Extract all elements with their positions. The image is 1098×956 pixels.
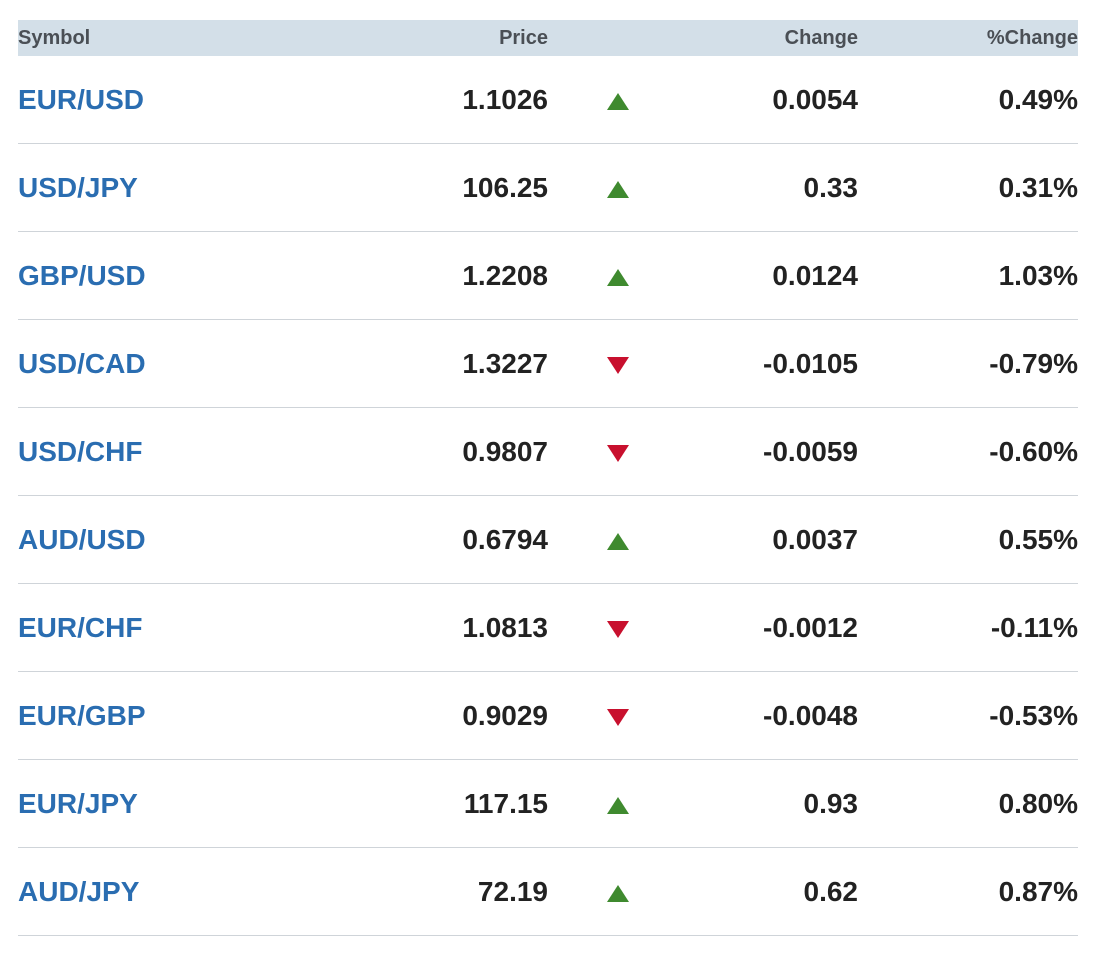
pct-change-cell: 0.80% [858,759,1078,848]
symbol-link[interactable]: AUD/JPY [18,876,139,907]
price-cell: 106.25 [268,143,548,232]
change-cell: -0.0059 [688,407,858,496]
table-row: EUR/GBP 0.9029 -0.0048 -0.53% [18,671,1078,760]
down-arrow-icon [607,356,629,374]
header-direction [548,20,688,56]
price-cell: 1.0813 [268,583,548,672]
direction-cell [548,495,688,584]
pct-change-cell: 0.31% [858,143,1078,232]
down-arrow-icon [607,620,629,638]
symbol-cell: USD/CAD [18,319,268,408]
up-arrow-icon [607,92,629,110]
symbol-cell: AUD/JPY [18,847,268,936]
symbol-link[interactable]: EUR/GBP [18,700,146,731]
pct-change-cell: -0.11% [858,583,1078,672]
symbol-cell: USD/CHF [18,407,268,496]
up-arrow-icon [607,268,629,286]
up-arrow-icon [607,884,629,902]
price-cell: 0.9029 [268,671,548,760]
direction-cell [548,319,688,408]
pct-change-cell: 0.55% [858,495,1078,584]
table-row: GBP/USD 1.2208 0.0124 1.03% [18,231,1078,320]
change-cell: 0.0037 [688,495,858,584]
pct-change-cell: -0.60% [858,407,1078,496]
price-cell: 72.19 [268,847,548,936]
pct-change-cell: 0.87% [858,847,1078,936]
header-change[interactable]: Change [688,20,858,56]
symbol-cell: EUR/CHF [18,583,268,672]
change-cell: 0.93 [688,759,858,848]
table-row: AUD/JPY 72.19 0.62 0.87% [18,847,1078,936]
table-header: Symbol Price Change %Change [18,20,1078,56]
direction-cell [548,407,688,496]
direction-cell [548,671,688,760]
direction-cell [548,759,688,848]
table-row: EUR/USD 1.1026 0.0054 0.49% [18,56,1078,144]
price-cell: 1.2208 [268,231,548,320]
change-cell: 0.62 [688,847,858,936]
up-arrow-icon [607,180,629,198]
direction-cell [548,56,688,144]
header-row: Symbol Price Change %Change [18,20,1078,56]
direction-cell [548,583,688,672]
change-cell: 0.0124 [688,231,858,320]
price-cell: 1.3227 [268,319,548,408]
price-cell: 1.1026 [268,56,548,144]
direction-cell [548,847,688,936]
table-row: USD/CAD 1.3227 -0.0105 -0.79% [18,319,1078,408]
change-cell: -0.0012 [688,583,858,672]
symbol-cell: USD/JPY [18,143,268,232]
up-arrow-icon [607,796,629,814]
change-cell: -0.0105 [688,319,858,408]
symbol-cell: EUR/GBP [18,671,268,760]
symbol-cell: AUD/USD [18,495,268,584]
price-cell: 0.9807 [268,407,548,496]
pct-change-cell: -0.53% [858,671,1078,760]
symbol-link[interactable]: GBP/USD [18,260,146,291]
symbol-link[interactable]: EUR/JPY [18,788,138,819]
pct-change-cell: 0.49% [858,56,1078,144]
change-cell: 0.33 [688,143,858,232]
symbol-link[interactable]: USD/JPY [18,172,138,203]
pct-change-cell: 1.03% [858,231,1078,320]
up-arrow-icon [607,532,629,550]
table-row: USD/CHF 0.9807 -0.0059 -0.60% [18,407,1078,496]
symbol-cell: GBP/USD [18,231,268,320]
down-arrow-icon [607,444,629,462]
direction-cell [548,231,688,320]
header-price[interactable]: Price [268,20,548,56]
change-cell: -0.0048 [688,671,858,760]
price-cell: 117.15 [268,759,548,848]
pct-change-cell: -0.79% [858,319,1078,408]
table-row: EUR/JPY 117.15 0.93 0.80% [18,759,1078,848]
table-row: USD/JPY 106.25 0.33 0.31% [18,143,1078,232]
symbol-link[interactable]: EUR/USD [18,84,144,115]
change-cell: 0.0054 [688,56,858,144]
down-arrow-icon [607,708,629,726]
symbol-link[interactable]: USD/CHF [18,436,142,467]
symbol-cell: EUR/USD [18,56,268,144]
forex-quotes-table: Symbol Price Change %Change EUR/USD 1.10… [18,20,1078,936]
header-pct-change[interactable]: %Change [858,20,1078,56]
header-symbol[interactable]: Symbol [18,20,268,56]
symbol-link[interactable]: EUR/CHF [18,612,142,643]
symbol-cell: EUR/JPY [18,759,268,848]
symbol-link[interactable]: AUD/USD [18,524,146,555]
price-cell: 0.6794 [268,495,548,584]
table-body: EUR/USD 1.1026 0.0054 0.49% USD/JPY 106.… [18,56,1078,936]
table-row: AUD/USD 0.6794 0.0037 0.55% [18,495,1078,584]
symbol-link[interactable]: USD/CAD [18,348,146,379]
direction-cell [548,143,688,232]
table-row: EUR/CHF 1.0813 -0.0012 -0.11% [18,583,1078,672]
